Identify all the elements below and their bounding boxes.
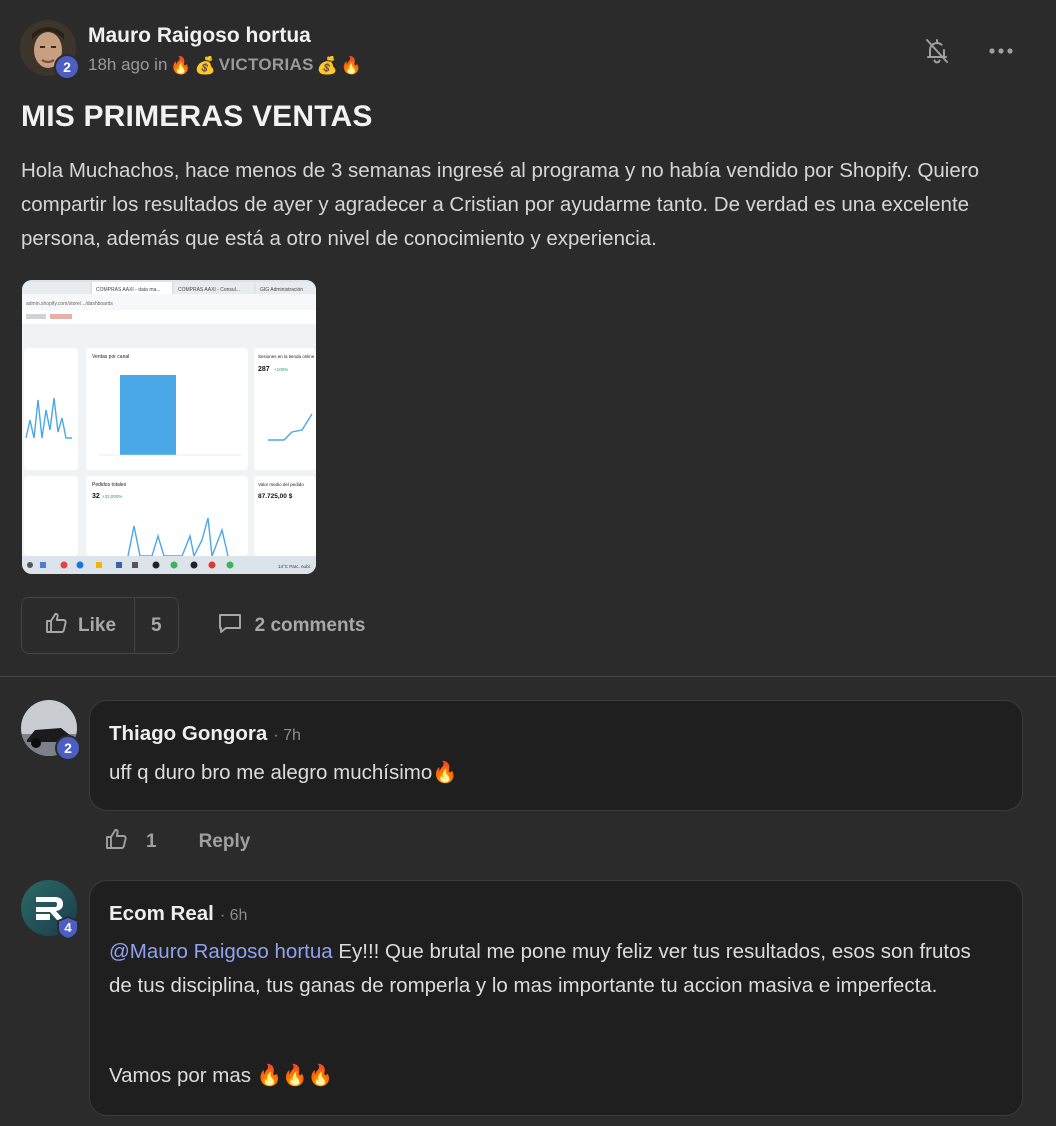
comment-header: Thiago Gongora · 7h bbox=[109, 722, 301, 746]
commenter-name[interactable]: Ecom Real bbox=[109, 902, 214, 926]
card-valor-title: Valor medio del pedido bbox=[258, 482, 304, 487]
like-group: Like 5 bbox=[21, 597, 179, 654]
like-button[interactable]: Like bbox=[22, 598, 136, 653]
post-time: 18h ago in bbox=[88, 55, 168, 74]
comment-icon bbox=[217, 611, 243, 641]
commenter-level-shield: 4 bbox=[55, 915, 81, 941]
thumbs-up-icon bbox=[44, 611, 68, 641]
card-pedidos-title: Pedidos totales bbox=[92, 482, 127, 488]
comment-text: uff q duro bro me alegro muchísimo🔥 bbox=[109, 761, 458, 784]
card-pedidos-value: 32 bbox=[92, 493, 100, 500]
author-level-badge: 2 bbox=[54, 54, 80, 80]
comment-text: @Mauro Raigoso hortua Ey!!! Que brutal m… bbox=[109, 935, 999, 1003]
comment-time: · 7h bbox=[273, 727, 301, 744]
comments-button[interactable]: 2 comments bbox=[217, 611, 366, 641]
card-pedidos-delta: +32,000% bbox=[102, 494, 122, 499]
browser-tab-1: COMPRAS AAXI - data ma... bbox=[96, 287, 160, 293]
comment-bubble: Ecom Real · 6h @Mauro Raigoso hortua Ey!… bbox=[89, 880, 1023, 1116]
post-body: Hola Muchachos, hace menos de 3 semanas … bbox=[21, 159, 979, 250]
card-sesiones-delta: +100% bbox=[274, 367, 288, 372]
comment-header: Ecom Real · 6h bbox=[109, 902, 247, 926]
taskbar-weather: 14°C Parc. nubl. bbox=[278, 564, 311, 569]
post-header: 2 Mauro Raigoso hortua 18h ago in 🔥 💰 VI… bbox=[20, 20, 1036, 80]
fire-emoji: 🔥 bbox=[170, 55, 192, 75]
like-count[interactable]: 5 bbox=[135, 598, 178, 653]
browser-tab-3: GIG Administración bbox=[260, 287, 303, 293]
commenter-name[interactable]: Thiago Gongora bbox=[109, 722, 267, 746]
card-sesiones-value: 287 bbox=[258, 366, 270, 373]
reaction-bar: Like 5 2 comments bbox=[21, 597, 365, 654]
comment-like-count: 1 bbox=[146, 831, 157, 852]
post-title: MIS PRIMERAS VENTAS bbox=[21, 100, 373, 133]
card-valor-value: 87.725,00 $ bbox=[258, 493, 293, 500]
mention-link[interactable]: @Mauro Raigoso hortua bbox=[109, 940, 333, 963]
comment-text-2: Vamos por mas 🔥🔥🔥 bbox=[109, 1064, 334, 1087]
fire-emoji: 🔥 bbox=[340, 55, 363, 75]
money-bag-emoji: 💰 bbox=[194, 55, 216, 75]
reply-button[interactable]: Reply bbox=[199, 831, 251, 853]
post-meta: 18h ago in 🔥 💰 VICTORIAS 💰 🔥 bbox=[88, 55, 362, 75]
thumbs-up-icon[interactable] bbox=[104, 827, 128, 857]
divider bbox=[0, 676, 1056, 677]
bell-off-icon[interactable] bbox=[922, 36, 952, 66]
card-ventas-title: Ventas por canal bbox=[92, 354, 129, 360]
attachment-image[interactable]: COMPRAS AAXI - data ma... COMPRAS AAXI -… bbox=[22, 280, 316, 574]
card-sesiones-title: Sesiones en la tienda online bbox=[258, 354, 315, 359]
chart-bar bbox=[120, 375, 176, 455]
commenter-level-badge: 2 bbox=[55, 735, 81, 761]
browser-tab-2: COMPRAS AAXI - Consul... bbox=[178, 287, 240, 293]
author-name[interactable]: Mauro Raigoso hortua bbox=[88, 24, 311, 48]
category-label[interactable]: VICTORIAS bbox=[219, 55, 314, 75]
like-label: Like bbox=[78, 614, 117, 636]
more-icon[interactable] bbox=[986, 36, 1016, 66]
comment-actions: 1 Reply bbox=[104, 827, 250, 857]
commenter-level: 4 bbox=[64, 920, 72, 935]
money-bag-emoji: 💰 bbox=[316, 55, 338, 75]
comments-label: 2 comments bbox=[254, 614, 366, 636]
comment-time: · 6h bbox=[219, 907, 248, 924]
comment-bubble: Thiago Gongora · 7h uff q duro bro me al… bbox=[89, 700, 1023, 811]
header-actions bbox=[922, 36, 1016, 66]
browser-url: admin.shopify.com/store/.../dashboards bbox=[26, 301, 113, 307]
